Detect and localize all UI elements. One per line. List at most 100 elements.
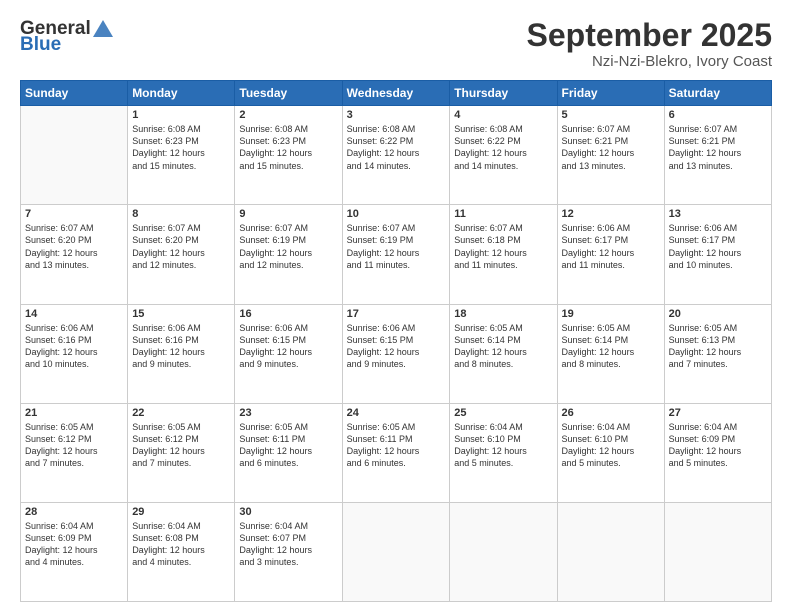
day-info: Sunrise: 6:06 AM Sunset: 6:15 PM Dayligh… [239,322,337,371]
day-info: Sunrise: 6:04 AM Sunset: 6:07 PM Dayligh… [239,520,337,569]
calendar-cell: 28Sunrise: 6:04 AM Sunset: 6:09 PM Dayli… [21,502,128,601]
calendar-week-row: 7 Sunrise: 6:07 AM Sunset: 6:20 PM Daylig… [21,205,772,304]
calendar-cell: 5Sunrise: 6:07 AM Sunset: 6:21 PM Daylig… [557,106,664,205]
day-info: Sunrise: 6:05 AM Sunset: 6:12 PM Dayligh… [132,421,230,470]
day-number: 11 [454,208,552,220]
day-number: 9 [239,208,337,220]
calendar-cell [21,106,128,205]
day-info: Sunrise: 6:06 AM Sunset: 6:15 PM Dayligh… [347,322,446,371]
calendar-cell: 3 Sunrise: 6:08 AM Sunset: 6:22 PM Daylig… [342,106,450,205]
day-number: 20 [669,308,767,320]
calendar-cell: 21 Sunrise: 6:05 AM Sunset: 6:12 PM Dayli… [21,403,128,502]
calendar-cell: 9Sunrise: 6:07 AM Sunset: 6:19 PM Daylig… [235,205,342,304]
day-number: 18 [454,308,552,320]
day-info: Sunrise: 6:05 AM Sunset: 6:14 PM Dayligh… [454,322,552,371]
day-number: 24 [347,407,446,419]
page: General Blue September 2025 Nzi-Nzi-Blek… [0,0,792,612]
day-info: Sunrise: 6:06 AM Sunset: 6:17 PM Dayligh… [562,222,660,271]
day-number: 16 [239,308,337,320]
day-number: 1 [132,109,230,121]
day-info: Sunrise: 6:07 AM Sunset: 6:20 PM Dayligh… [132,222,230,271]
calendar-cell: 25 Sunrise: 6:04 AM Sunset: 6:10 PM Dayli… [450,403,557,502]
day-info: Sunrise: 6:07 AM Sunset: 6:21 PM Dayligh… [562,123,660,172]
day-info: Sunrise: 6:07 AM Sunset: 6:20 PM Dayligh… [25,222,123,271]
day-info: Sunrise: 6:04 AM Sunset: 6:10 PM Dayligh… [562,421,660,470]
day-number: 22 [132,407,230,419]
day-number: 25 [454,407,552,419]
day-number: 13 [669,208,767,220]
day-number: 27 [669,407,767,419]
day-number: 14 [25,308,123,320]
day-info: Sunrise: 6:06 AM Sunset: 6:16 PM Dayligh… [25,322,123,371]
day-info: Sunrise: 6:07 AM Sunset: 6:21 PM Dayligh… [669,123,767,172]
day-number: 4 [454,109,552,121]
calendar-week-row: 21 Sunrise: 6:05 AM Sunset: 6:12 PM Dayli… [21,403,772,502]
day-number: 21 [25,407,123,419]
calendar-week-row: 1 Sunrise: 6:08 AM Sunset: 6:23 PM Daylig… [21,106,772,205]
calendar-cell: 22 Sunrise: 6:05 AM Sunset: 6:12 PM Dayli… [128,403,235,502]
month-title: September 2025 [527,18,772,53]
day-number: 10 [347,208,446,220]
calendar-cell: 2 Sunrise: 6:08 AM Sunset: 6:23 PM Daylig… [235,106,342,205]
day-info: Sunrise: 6:08 AM Sunset: 6:23 PM Dayligh… [239,123,337,172]
day-info: Sunrise: 6:05 AM Sunset: 6:13 PM Dayligh… [669,322,767,371]
calendar-cell [342,502,450,601]
calendar-cell [450,502,557,601]
calendar-cell: 17 Sunrise: 6:06 AM Sunset: 6:15 PM Dayli… [342,304,450,403]
day-info: Sunrise: 6:06 AM Sunset: 6:16 PM Dayligh… [132,322,230,371]
day-number: 6 [669,109,767,121]
calendar-table: SundayMondayTuesdayWednesdayThursdayFrid… [20,80,772,602]
day-number: 2 [239,109,337,121]
day-info: Sunrise: 6:08 AM Sunset: 6:23 PM Dayligh… [132,123,230,172]
calendar-cell: 12 Sunrise: 6:06 AM Sunset: 6:17 PM Dayli… [557,205,664,304]
day-info: Sunrise: 6:05 AM Sunset: 6:11 PM Dayligh… [239,421,337,470]
day-number: 26 [562,407,660,419]
day-info: Sunrise: 6:07 AM Sunset: 6:18 PM Dayligh… [454,222,552,271]
calendar-cell: 18 Sunrise: 6:05 AM Sunset: 6:14 PM Dayli… [450,304,557,403]
header: General Blue September 2025 Nzi-Nzi-Blek… [20,18,772,70]
location-title: Nzi-Nzi-Blekro, Ivory Coast [527,53,772,70]
day-info: Sunrise: 6:04 AM Sunset: 6:08 PM Dayligh… [132,520,230,569]
calendar-cell: 1 Sunrise: 6:08 AM Sunset: 6:23 PM Daylig… [128,106,235,205]
weekday-header: Monday [128,81,235,106]
day-info: Sunrise: 6:05 AM Sunset: 6:12 PM Dayligh… [25,421,123,470]
day-number: 17 [347,308,446,320]
weekday-header: Tuesday [235,81,342,106]
calendar-cell: 26 Sunrise: 6:04 AM Sunset: 6:10 PM Dayli… [557,403,664,502]
day-number: 8 [132,208,230,220]
day-number: 3 [347,109,446,121]
day-info: Sunrise: 6:08 AM Sunset: 6:22 PM Dayligh… [454,123,552,172]
calendar-cell: 4 Sunrise: 6:08 AM Sunset: 6:22 PM Daylig… [450,106,557,205]
day-number: 30 [239,506,337,518]
calendar-week-row: 28Sunrise: 6:04 AM Sunset: 6:09 PM Dayli… [21,502,772,601]
calendar-cell: 19 Sunrise: 6:05 AM Sunset: 6:14 PM Dayli… [557,304,664,403]
day-info: Sunrise: 6:06 AM Sunset: 6:17 PM Dayligh… [669,222,767,271]
calendar-cell [664,502,771,601]
day-info: Sunrise: 6:08 AM Sunset: 6:22 PM Dayligh… [347,123,446,172]
title-section: September 2025 Nzi-Nzi-Blekro, Ivory Coa… [527,18,772,70]
calendar-header-row: SundayMondayTuesdayWednesdayThursdayFrid… [21,81,772,106]
calendar-cell [557,502,664,601]
logo: General Blue [20,18,115,56]
day-info: Sunrise: 6:04 AM Sunset: 6:09 PM Dayligh… [669,421,767,470]
day-info: Sunrise: 6:04 AM Sunset: 6:10 PM Dayligh… [454,421,552,470]
calendar-cell: 7 Sunrise: 6:07 AM Sunset: 6:20 PM Daylig… [21,205,128,304]
logo-icon [92,19,114,39]
day-number: 28 [25,506,123,518]
weekday-header: Friday [557,81,664,106]
day-info: Sunrise: 6:05 AM Sunset: 6:14 PM Dayligh… [562,322,660,371]
day-number: 23 [239,407,337,419]
calendar-cell: 10Sunrise: 6:07 AM Sunset: 6:19 PM Dayli… [342,205,450,304]
calendar-cell: 15 Sunrise: 6:06 AM Sunset: 6:16 PM Dayli… [128,304,235,403]
day-info: Sunrise: 6:05 AM Sunset: 6:11 PM Dayligh… [347,421,446,470]
weekday-header: Saturday [664,81,771,106]
calendar-week-row: 14 Sunrise: 6:06 AM Sunset: 6:16 PM Dayli… [21,304,772,403]
day-number: 15 [132,308,230,320]
day-number: 12 [562,208,660,220]
calendar-cell: 11 Sunrise: 6:07 AM Sunset: 6:18 PM Dayli… [450,205,557,304]
calendar-cell: 16 Sunrise: 6:06 AM Sunset: 6:15 PM Dayli… [235,304,342,403]
weekday-header: Wednesday [342,81,450,106]
day-number: 7 [25,208,123,220]
day-number: 19 [562,308,660,320]
calendar-cell: 6 Sunrise: 6:07 AM Sunset: 6:21 PM Daylig… [664,106,771,205]
